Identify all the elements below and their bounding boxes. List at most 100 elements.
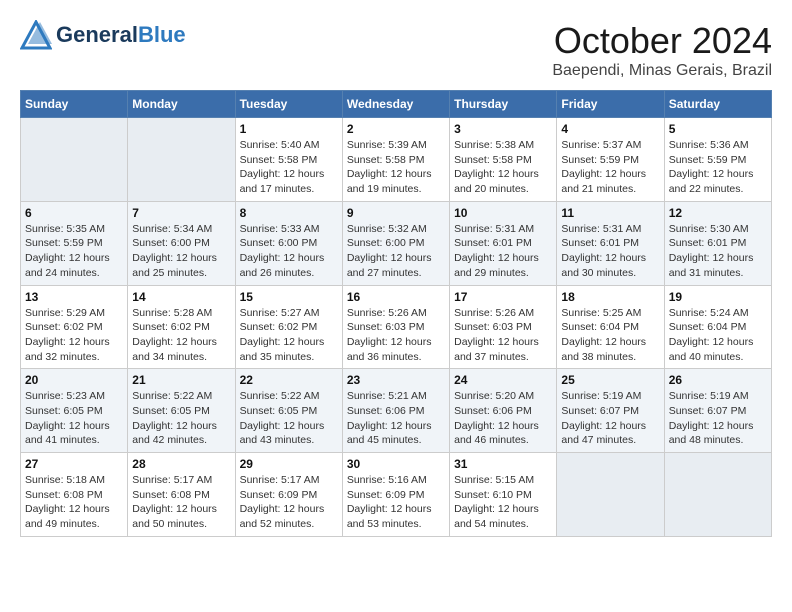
day-info: Sunrise: 5:33 AMSunset: 6:00 PMDaylight:… <box>240 222 338 281</box>
calendar-day-cell: 7Sunrise: 5:34 AMSunset: 6:00 PMDaylight… <box>128 201 235 285</box>
calendar-day-cell: 24 Sunrise: 5:20 AMSunset: 6:06 PMDayligh… <box>450 369 557 453</box>
day-number: 13 <box>25 290 123 304</box>
day-number: 30 <box>347 457 445 471</box>
day-info: Sunrise: 5:17 AMSunset: 6:09 PMDaylight:… <box>240 473 338 532</box>
day-info: Sunrise: 5:25 AMSunset: 6:04 PMDaylight:… <box>561 306 659 365</box>
calendar-day-cell: 2 Sunrise: 5:39 AMSunset: 5:58 PMDaylight… <box>342 118 449 202</box>
day-info: Sunrise: 5:16 AMSunset: 6:09 PMDaylight:… <box>347 473 445 532</box>
day-header-wednesday: Wednesday <box>342 91 449 118</box>
day-header-monday: Monday <box>128 91 235 118</box>
day-number: 2 <box>347 122 445 136</box>
day-number: 3 <box>454 122 552 136</box>
calendar-day-cell: 15Sunrise: 5:27 AMSunset: 6:02 PMDayligh… <box>235 285 342 369</box>
day-number: 5 <box>669 122 767 136</box>
day-number: 16 <box>347 290 445 304</box>
day-header-friday: Friday <box>557 91 664 118</box>
day-info: Sunrise: 5:30 AMSunset: 6:01 PMDaylight:… <box>669 222 767 281</box>
calendar-day-cell: 27 Sunrise: 5:18 AMSunset: 6:08 PMDayligh… <box>21 453 128 537</box>
calendar-week-row: 1 Sunrise: 5:40 AMSunset: 5:58 PMDaylight… <box>21 118 772 202</box>
calendar-day-cell: 25 Sunrise: 5:19 AMSunset: 6:07 PMDayligh… <box>557 369 664 453</box>
day-info: Sunrise: 5:39 AMSunset: 5:58 PMDaylight:… <box>347 138 445 197</box>
calendar-day-cell: 16Sunrise: 5:26 AMSunset: 6:03 PMDayligh… <box>342 285 449 369</box>
title-block: October 2024 Baependi, Minas Gerais, Bra… <box>552 20 772 80</box>
logo-general: General <box>56 22 138 47</box>
calendar-day-cell: 19 Sunrise: 5:24 AMSunset: 6:04 PMDayligh… <box>664 285 771 369</box>
calendar-day-cell: 1 Sunrise: 5:40 AMSunset: 5:58 PMDaylight… <box>235 118 342 202</box>
calendar-day-cell: 3 Sunrise: 5:38 AMSunset: 5:58 PMDaylight… <box>450 118 557 202</box>
calendar-day-cell: 13 Sunrise: 5:29 AMSunset: 6:02 PMDayligh… <box>21 285 128 369</box>
page-header: GeneralBlue October 2024 Baependi, Minas… <box>20 20 772 80</box>
calendar-day-cell <box>21 118 128 202</box>
day-header-thursday: Thursday <box>450 91 557 118</box>
calendar-day-cell: 31 Sunrise: 5:15 AMSunset: 6:10 PMDayligh… <box>450 453 557 537</box>
day-info: Sunrise: 5:31 AMSunset: 6:01 PMDaylight:… <box>561 222 659 281</box>
day-number: 20 <box>25 373 123 387</box>
day-number: 22 <box>240 373 338 387</box>
day-number: 15 <box>240 290 338 304</box>
calendar-day-cell: 17 Sunrise: 5:26 AMSunset: 6:03 PMDayligh… <box>450 285 557 369</box>
day-number: 29 <box>240 457 338 471</box>
calendar-day-cell: 14 Sunrise: 5:28 AMSunset: 6:02 PMDayligh… <box>128 285 235 369</box>
calendar-day-cell: 8 Sunrise: 5:33 AMSunset: 6:00 PMDaylight… <box>235 201 342 285</box>
day-info: Sunrise: 5:31 AMSunset: 6:01 PMDaylight:… <box>454 222 552 281</box>
logo: GeneralBlue <box>20 20 186 50</box>
day-info: Sunrise: 5:36 AMSunset: 5:59 PMDaylight:… <box>669 138 767 197</box>
calendar-table: SundayMondayTuesdayWednesdayThursdayFrid… <box>20 90 772 537</box>
day-info: Sunrise: 5:22 AMSunset: 6:05 PMDaylight:… <box>240 389 338 448</box>
calendar-day-cell: 12 Sunrise: 5:30 AMSunset: 6:01 PMDayligh… <box>664 201 771 285</box>
day-number: 31 <box>454 457 552 471</box>
day-number: 25 <box>561 373 659 387</box>
calendar-day-cell <box>128 118 235 202</box>
day-number: 26 <box>669 373 767 387</box>
day-number: 11 <box>561 206 659 220</box>
day-info: Sunrise: 5:21 AMSunset: 6:06 PMDaylight:… <box>347 389 445 448</box>
day-info: Sunrise: 5:18 AMSunset: 6:08 PMDaylight:… <box>25 473 123 532</box>
calendar-week-row: 27 Sunrise: 5:18 AMSunset: 6:08 PMDayligh… <box>21 453 772 537</box>
day-number: 14 <box>132 290 230 304</box>
calendar-day-cell <box>557 453 664 537</box>
calendar-day-cell: 30 Sunrise: 5:16 AMSunset: 6:09 PMDayligh… <box>342 453 449 537</box>
day-info: Sunrise: 5:19 AMSunset: 6:07 PMDaylight:… <box>561 389 659 448</box>
day-info: Sunrise: 5:20 AMSunset: 6:06 PMDaylight:… <box>454 389 552 448</box>
calendar-day-cell: 10 Sunrise: 5:31 AMSunset: 6:01 PMDayligh… <box>450 201 557 285</box>
day-number: 19 <box>669 290 767 304</box>
calendar-day-cell: 20 Sunrise: 5:23 AMSunset: 6:05 PMDayligh… <box>21 369 128 453</box>
day-info: Sunrise: 5:26 AMSunset: 6:03 PMDaylight:… <box>454 306 552 365</box>
calendar-day-cell: 29 Sunrise: 5:17 AMSunset: 6:09 PMDayligh… <box>235 453 342 537</box>
day-info: Sunrise: 5:35 AMSunset: 5:59 PMDaylight:… <box>25 222 123 281</box>
day-header-tuesday: Tuesday <box>235 91 342 118</box>
day-info: Sunrise: 5:40 AMSunset: 5:58 PMDaylight:… <box>240 138 338 197</box>
month-title: October 2024 <box>552 20 772 62</box>
day-info: Sunrise: 5:38 AMSunset: 5:58 PMDaylight:… <box>454 138 552 197</box>
day-number: 12 <box>669 206 767 220</box>
day-number: 24 <box>454 373 552 387</box>
calendar-day-cell: 21Sunrise: 5:22 AMSunset: 6:05 PMDayligh… <box>128 369 235 453</box>
day-number: 6 <box>25 206 123 220</box>
day-number: 17 <box>454 290 552 304</box>
day-header-sunday: Sunday <box>21 91 128 118</box>
day-info: Sunrise: 5:37 AMSunset: 5:59 PMDaylight:… <box>561 138 659 197</box>
day-number: 28 <box>132 457 230 471</box>
day-info: Sunrise: 5:29 AMSunset: 6:02 PMDaylight:… <box>25 306 123 365</box>
calendar-week-row: 13 Sunrise: 5:29 AMSunset: 6:02 PMDayligh… <box>21 285 772 369</box>
day-info: Sunrise: 5:28 AMSunset: 6:02 PMDaylight:… <box>132 306 230 365</box>
calendar-header-row: SundayMondayTuesdayWednesdayThursdayFrid… <box>21 91 772 118</box>
day-info: Sunrise: 5:15 AMSunset: 6:10 PMDaylight:… <box>454 473 552 532</box>
day-info: Sunrise: 5:19 AMSunset: 6:07 PMDaylight:… <box>669 389 767 448</box>
location-title: Baependi, Minas Gerais, Brazil <box>552 62 772 80</box>
calendar-day-cell <box>664 453 771 537</box>
day-info: Sunrise: 5:23 AMSunset: 6:05 PMDaylight:… <box>25 389 123 448</box>
day-number: 10 <box>454 206 552 220</box>
day-info: Sunrise: 5:32 AMSunset: 6:00 PMDaylight:… <box>347 222 445 281</box>
day-number: 23 <box>347 373 445 387</box>
day-info: Sunrise: 5:17 AMSunset: 6:08 PMDaylight:… <box>132 473 230 532</box>
day-number: 1 <box>240 122 338 136</box>
calendar-day-cell: 22 Sunrise: 5:22 AMSunset: 6:05 PMDayligh… <box>235 369 342 453</box>
day-number: 27 <box>25 457 123 471</box>
day-number: 8 <box>240 206 338 220</box>
calendar-day-cell: 9Sunrise: 5:32 AMSunset: 6:00 PMDaylight… <box>342 201 449 285</box>
day-info: Sunrise: 5:22 AMSunset: 6:05 PMDaylight:… <box>132 389 230 448</box>
calendar-day-cell: 4Sunrise: 5:37 AMSunset: 5:59 PMDaylight… <box>557 118 664 202</box>
day-info: Sunrise: 5:24 AMSunset: 6:04 PMDaylight:… <box>669 306 767 365</box>
calendar-day-cell: 23 Sunrise: 5:21 AMSunset: 6:06 PMDayligh… <box>342 369 449 453</box>
